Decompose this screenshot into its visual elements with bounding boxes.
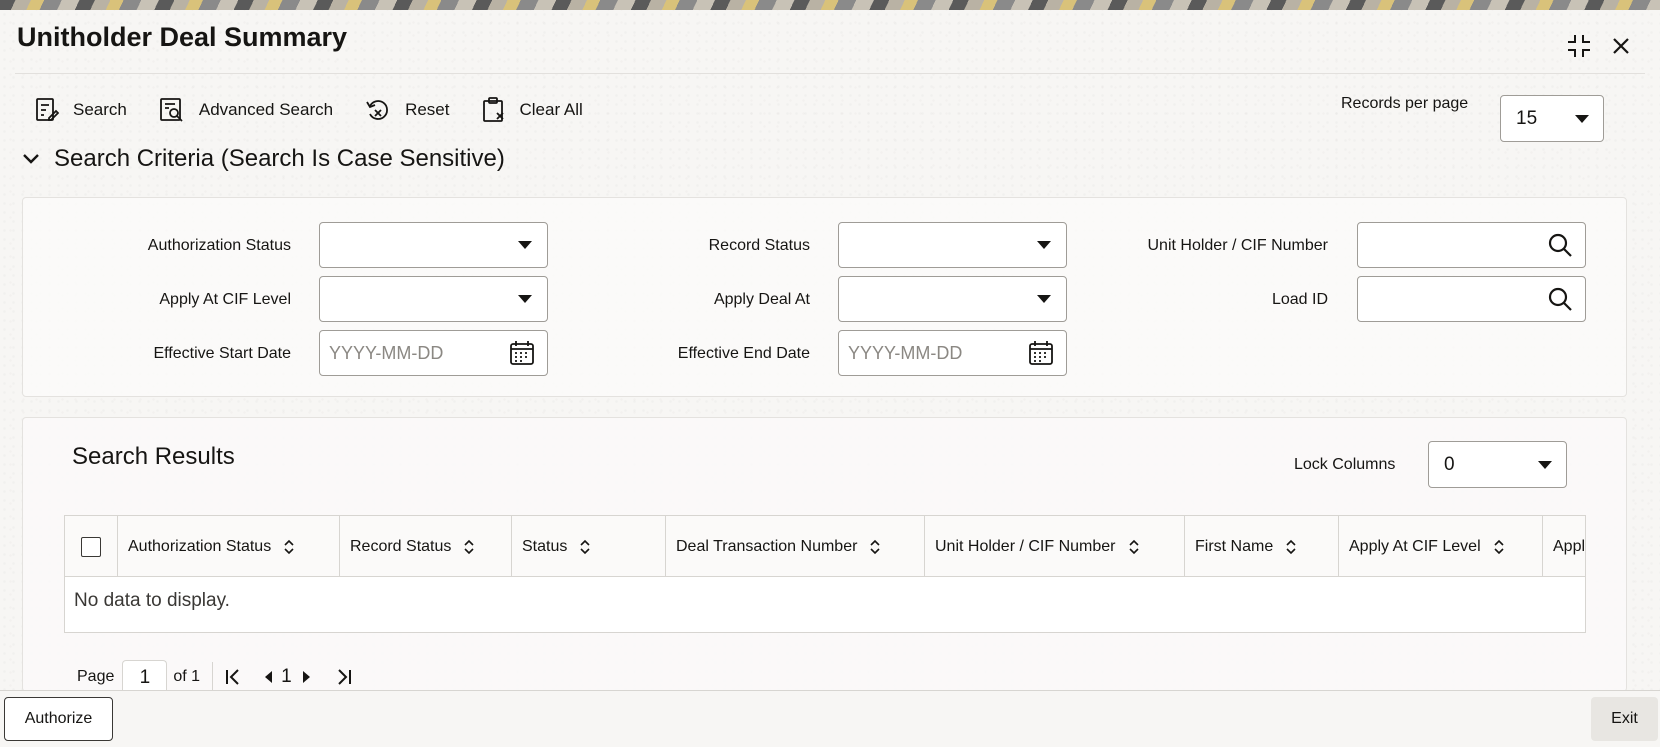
records-per-page-value: 15 (1516, 107, 1538, 129)
search-criteria-heading: Search Criteria (Search Is Case Sensitiv… (54, 145, 505, 172)
records-per-page-label: Records per page (1341, 95, 1469, 112)
table-header: Authorization Status Record Status Statu… (65, 516, 1585, 577)
column-header-label: First Name (1195, 537, 1274, 555)
effective-end-date-placeholder: YYYY-MM-DD (848, 342, 963, 363)
column-header-label: Authorization Status (128, 537, 272, 555)
effective-end-date-input[interactable]: YYYY-MM-DD (838, 330, 1067, 376)
reset-icon (366, 100, 389, 120)
effective-start-date-input[interactable]: YYYY-MM-DD (319, 330, 548, 376)
load-id-input[interactable] (1357, 276, 1586, 322)
apply-deal-at-select[interactable] (838, 276, 1067, 322)
sort-icon (579, 539, 591, 555)
sort-icon (1128, 539, 1140, 555)
exit-button[interactable]: Exit (1591, 697, 1658, 741)
first-page-icon[interactable] (225, 668, 241, 686)
current-page: 1 (281, 666, 292, 687)
page-title: Unitholder Deal Summary (17, 22, 348, 52)
unit-holder-cif-input[interactable] (1357, 222, 1586, 268)
sort-icon (1285, 539, 1297, 555)
apply-at-cif-level-select[interactable] (319, 276, 548, 322)
advanced-search-icon (159, 98, 183, 122)
effective-start-date-label: Effective Start Date (153, 345, 291, 362)
effective-end-date-label: Effective End Date (677, 345, 810, 362)
lock-columns-select[interactable]: 0 (1428, 441, 1567, 488)
load-id-label: Load ID (1271, 291, 1328, 308)
close-icon[interactable] (1607, 32, 1635, 60)
record-status-select[interactable] (838, 222, 1067, 268)
page-label: Page (77, 668, 115, 685)
lock-columns-label: Lock Columns (1294, 456, 1396, 473)
top-decorative-banner (0, 0, 1660, 10)
maximize-icon[interactable] (1565, 32, 1593, 60)
page-of-label: of 1 (173, 668, 201, 685)
apply-at-cif-level-label: Apply At CIF Level (159, 291, 291, 308)
sort-icon (869, 539, 881, 555)
clear-all-button[interactable]: Clear All (482, 97, 583, 123)
reset-button[interactable]: Reset (365, 97, 450, 123)
next-page-icon[interactable] (302, 670, 312, 684)
column-header-deal-transaction-number[interactable]: Deal Transaction Number (666, 516, 925, 577)
column-header-label: Unit Holder / CIF Number (935, 537, 1116, 555)
authorization-status-select[interactable] (319, 222, 548, 268)
authorization-status-label: Authorization Status (147, 237, 291, 254)
results-table: Authorization Status Record Status Statu… (64, 515, 1586, 633)
reset-label: Reset (405, 100, 450, 119)
search-icon[interactable] (1547, 286, 1573, 312)
lock-columns-value: 0 (1444, 453, 1455, 475)
column-header-first-name[interactable]: First Name (1185, 516, 1339, 577)
column-header-unit-holder-cif[interactable]: Unit Holder / CIF Number (925, 516, 1185, 577)
last-page-icon[interactable] (336, 668, 352, 686)
page-number-value: 1 (139, 666, 151, 688)
footer-bar: Authorize Exit (0, 690, 1660, 747)
search-criteria-toggle[interactable]: Search Criteria (Search Is Case Sensitiv… (22, 145, 505, 173)
column-header-record-status[interactable]: Record Status (340, 516, 512, 577)
column-header-truncated[interactable]: Appl (1543, 516, 1586, 577)
authorize-button[interactable]: Authorize (4, 697, 113, 741)
chevron-down-icon (23, 154, 39, 164)
column-header-label: Deal Transaction Number (676, 537, 858, 555)
records-per-page-select[interactable]: 15 (1500, 95, 1604, 142)
select-all-checkbox[interactable] (81, 536, 101, 557)
apply-deal-at-label: Apply Deal At (713, 291, 810, 308)
clear-all-label: Clear All (519, 100, 583, 119)
column-header-label: Appl (1553, 537, 1586, 555)
effective-start-date-placeholder: YYYY-MM-DD (329, 342, 444, 363)
page-number-input[interactable]: 1 (122, 660, 168, 694)
pager-divider (212, 662, 214, 692)
calendar-icon[interactable] (1028, 340, 1054, 366)
column-header-apply-at-cif-level[interactable]: Apply At CIF Level (1339, 516, 1543, 577)
toolbar: Search Advanced Search Reset Clear All (35, 90, 615, 130)
previous-page-icon[interactable] (263, 670, 273, 684)
search-doc-icon (36, 98, 59, 121)
pagination: Page 1 of 1 1 (77, 660, 352, 694)
advanced-search-label: Advanced Search (198, 100, 334, 119)
clear-all-icon (482, 97, 504, 122)
title-divider (15, 73, 1645, 74)
select-all-cell (65, 516, 118, 577)
sort-icon (283, 539, 295, 555)
chevron-down-icon (1575, 114, 1589, 123)
sort-icon (1493, 539, 1505, 555)
chevron-down-icon (1538, 460, 1552, 469)
column-header-label: Status (522, 537, 568, 555)
search-button[interactable]: Search (35, 97, 127, 123)
search-button-label: Search (73, 100, 127, 119)
sort-icon (463, 539, 475, 555)
empty-message: No data to display. (74, 590, 230, 611)
column-header-label: Record Status (350, 537, 452, 555)
advanced-search-button[interactable]: Advanced Search (159, 97, 333, 123)
record-status-label: Record Status (708, 237, 810, 254)
unit-holder-cif-label: Unit Holder / CIF Number (1147, 237, 1329, 254)
column-header-status[interactable]: Status (512, 516, 666, 577)
search-icon[interactable] (1547, 232, 1573, 258)
column-header-authorization-status[interactable]: Authorization Status (118, 516, 340, 577)
column-header-label: Apply At CIF Level (1349, 537, 1481, 555)
search-results-title: Search Results (72, 443, 235, 470)
